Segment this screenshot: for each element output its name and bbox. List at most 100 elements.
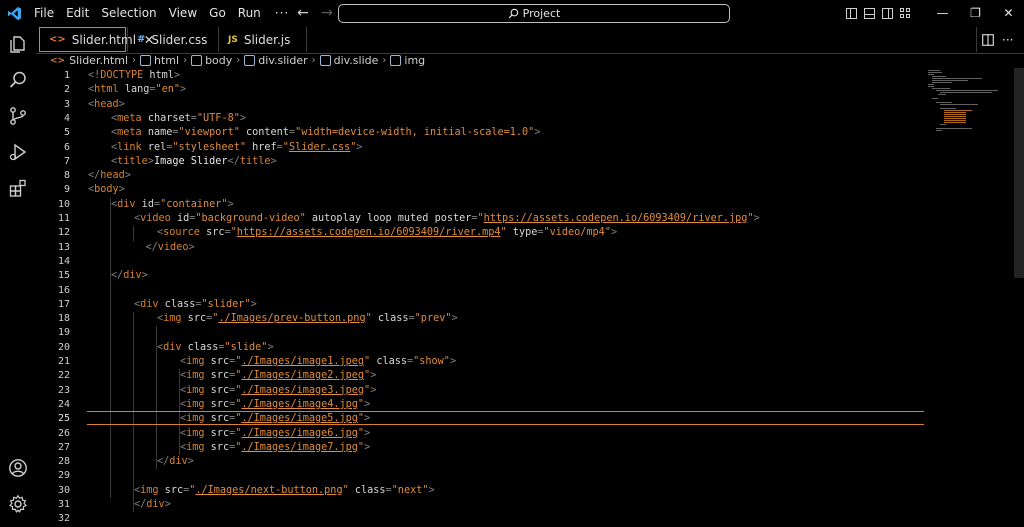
code-token: head: [100, 170, 125, 182]
editor-more-actions-button[interactable]: ···: [1002, 26, 1013, 53]
run-and-debug-icon[interactable]: [7, 141, 29, 163]
code-token: html: [143, 70, 174, 81]
line-number: 19: [57, 327, 70, 339]
menu-go[interactable]: Go: [203, 0, 232, 26]
tab-slider-html[interactable]: <> Slider.html ✕: [39, 27, 154, 52]
code-line[interactable]: <!DOCTYPE html>: [88, 69, 180, 83]
code-token: "show": [413, 356, 450, 367]
code-token: </: [134, 499, 147, 510]
code-line[interactable]: <img src="./Images/image7.jpg">: [180, 441, 370, 455]
menu-view[interactable]: View: [163, 0, 203, 26]
line-number: 28: [57, 456, 70, 468]
code-line[interactable]: </div>: [134, 498, 171, 512]
code-line[interactable]: </div>: [157, 455, 194, 469]
close-window-button[interactable]: ✕: [992, 6, 1024, 20]
breadcrumb-chevron-icon: ›: [382, 55, 387, 66]
code-line[interactable]: <img src="./Images/image3.jpeg">: [180, 384, 376, 398]
code-line[interactable]: <div id="container">: [111, 198, 234, 212]
breadcrumb-item[interactable]: Slider.html: [69, 54, 128, 67]
code-line[interactable]: <img src="./Images/prev-button.png" clas…: [157, 312, 458, 326]
code-line[interactable]: <img src="./Images/next-button.png" clas…: [134, 484, 435, 498]
html-file-icon: <>: [50, 55, 66, 66]
code-line[interactable]: <img src="./Images/image6.jpg">: [180, 427, 370, 441]
minimize-button[interactable]: —: [926, 6, 959, 20]
code-line[interactable]: <meta charset="UTF-8">: [111, 112, 246, 126]
toggle-secondary-sidebar-icon[interactable]: [882, 7, 893, 19]
line-number: 17: [57, 298, 70, 310]
toggle-primary-sidebar-icon[interactable]: [846, 7, 857, 19]
code-line[interactable]: <title>Image Slider</title>: [111, 155, 277, 169]
breadcrumb-item[interactable]: html: [154, 54, 179, 67]
code-line[interactable]: </div>: [111, 269, 148, 283]
code-token: >: [534, 127, 541, 139]
code-line[interactable]: <img src="./Images/image4.jpg">: [180, 398, 370, 412]
code-token: img: [186, 398, 205, 410]
code-line[interactable]: <img src="./Images/image1.jpeg" class="s…: [180, 355, 456, 369]
breadcrumb-item[interactable]: div.slider: [258, 54, 307, 67]
code-token: img: [186, 427, 205, 439]
code-line[interactable]: <div class="slide">: [157, 341, 274, 355]
code-line[interactable]: <img src="./Images/image5.jpg">: [180, 412, 370, 426]
code-token: >: [428, 484, 435, 496]
code-token: meta: [117, 127, 142, 139]
code-token: >: [451, 313, 458, 325]
menu-edit[interactable]: Edit: [60, 0, 95, 26]
back-arrow-icon[interactable]: ←: [296, 5, 310, 21]
forward-arrow-icon[interactable]: →: [320, 5, 334, 21]
code-editor[interactable]: 1 2 3 4 5 6 7 8 9 10 11 12 13 14 15 16 17 18 19 20 21 22 23 24 2…: [36, 68, 1024, 524]
code-line[interactable]: <html lang="en">: [88, 83, 186, 97]
line-number: 1: [63, 70, 70, 81]
menu-file[interactable]: File: [28, 0, 60, 26]
customize-layout-icon[interactable]: [900, 8, 910, 18]
code-line[interactable]: <div class="slider">: [134, 298, 257, 312]
menu-more-button[interactable]: ···: [267, 6, 297, 20]
menu-run[interactable]: Run: [232, 0, 267, 26]
code-line[interactable]: <body>: [88, 183, 125, 197]
minimap[interactable]: [926, 68, 1006, 138]
search-view-icon[interactable]: [7, 69, 29, 91]
line-number: 13: [57, 241, 70, 253]
accounts-icon[interactable]: [7, 457, 29, 479]
code-line[interactable]: <img src="./Images/image2.jpeg">: [180, 369, 376, 383]
line-number: 7: [63, 155, 70, 167]
vertical-scrollbar[interactable]: [1014, 68, 1024, 278]
code-token: src: [204, 356, 230, 367]
code-line[interactable]: </video>: [146, 241, 195, 255]
toggle-panel-icon[interactable]: [864, 7, 875, 19]
code-token: >: [449, 356, 457, 367]
line-number: 3: [63, 98, 70, 110]
code-line[interactable]: </head>: [88, 169, 131, 183]
code-line[interactable]: <meta name="viewport" content="width=dev…: [111, 126, 540, 140]
element-symbol-icon: [244, 55, 256, 66]
line-number: 4: [63, 112, 70, 124]
breadcrumb-chevron-icon: ›: [183, 55, 188, 66]
explorer-icon[interactable]: [7, 33, 29, 55]
code-token: "video/mp4": [543, 227, 611, 239]
restore-button[interactable]: ❐: [959, 6, 992, 20]
line-number: 11: [57, 213, 70, 224]
settings-gear-icon[interactable]: [7, 493, 29, 515]
extensions-icon[interactable]: [7, 177, 29, 199]
code-token: >: [187, 456, 194, 468]
split-editor-icon[interactable]: [982, 26, 994, 53]
command-center-search[interactable]: Project: [338, 4, 730, 23]
code-line[interactable]: <source src="https://assets.codepen.io/6…: [157, 226, 617, 240]
line-number: 10: [57, 198, 70, 210]
source-control-icon[interactable]: [7, 105, 29, 127]
menu-selection[interactable]: Selection: [95, 0, 162, 26]
indent-guide: [133, 226, 134, 241]
element-symbol-icon: [390, 55, 402, 66]
code-token: content: [239, 127, 289, 139]
search-label: Project: [522, 7, 561, 20]
breadcrumb-item[interactable]: body: [205, 54, 232, 67]
tab-slider-js[interactable]: JS Slider.js: [219, 27, 305, 52]
tab-slider-css[interactable]: # Slider.css: [128, 27, 218, 52]
code-line[interactable]: <head>: [88, 98, 125, 112]
line-number: 26: [57, 427, 70, 439]
breadcrumb-item[interactable]: img: [404, 54, 425, 67]
code-token: id: [170, 213, 190, 224]
code-line[interactable]: <link rel="stylesheet" href="Slider.css"…: [111, 141, 363, 155]
code-line[interactable]: <video id="background-video" autoplay lo…: [134, 212, 760, 226]
code-token: "viewport": [178, 127, 240, 139]
breadcrumb-item[interactable]: div.slide: [334, 54, 379, 67]
